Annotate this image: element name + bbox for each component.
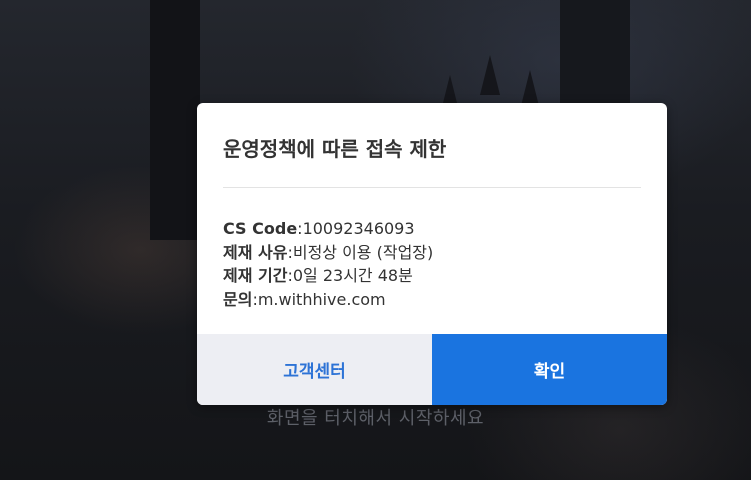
inquiry-label: 문의	[223, 289, 253, 309]
background-spire	[480, 55, 500, 95]
sanction-reason-label: 제재 사유	[223, 242, 288, 262]
cs-code-label: CS Code	[223, 219, 298, 238]
cs-code-value: 10092346093	[302, 219, 415, 238]
game-screen[interactable]: 화면을 터치해서 시작하세요 운영정책에 따른 접속 제한 CS Code:10…	[0, 0, 751, 480]
confirm-button[interactable]: 확인	[432, 334, 667, 405]
cs-code-row: CS Code:10092346093	[223, 217, 643, 241]
customer-center-button[interactable]: 고객센터	[197, 334, 432, 405]
sanction-period-label: 제재 기간	[223, 266, 288, 285]
access-restriction-dialog: 운영정책에 따른 접속 제한 CS Code:10092346093 제재 사유…	[197, 103, 667, 405]
dialog-title: 운영정책에 따른 접속 제한	[223, 137, 447, 161]
sanction-period-value: 0일 23시간 48분	[292, 266, 413, 285]
background-tower	[150, 0, 200, 240]
sanction-period-row: 제재 기간:0일 23시간 48분	[223, 264, 643, 288]
sanction-reason-value: 비정상 이용 (작업장)	[292, 242, 434, 262]
inquiry-row: 문의:m.withhive.com	[223, 288, 643, 312]
sanction-reason-row: 제재 사유:비정상 이용 (작업장)	[223, 241, 643, 265]
dialog-divider	[223, 187, 641, 188]
touch-to-start-hint: 화면을 터치해서 시작하세요	[266, 408, 485, 429]
inquiry-url[interactable]: m.withhive.com	[258, 290, 386, 309]
restriction-info: CS Code:10092346093 제재 사유:비정상 이용 (작업장) 제…	[223, 217, 643, 311]
